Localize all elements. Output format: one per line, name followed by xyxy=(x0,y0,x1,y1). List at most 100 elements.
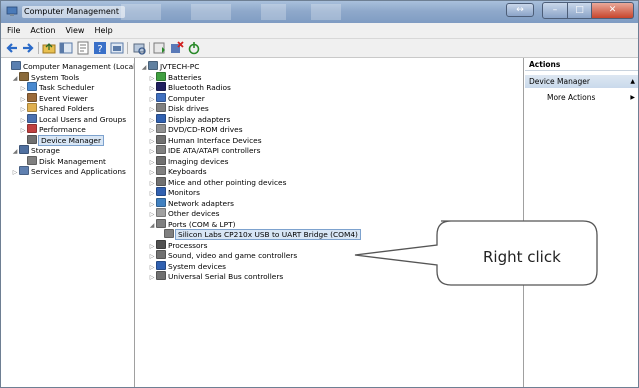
device-tree-item[interactable]: ▷ Network adapters xyxy=(148,197,234,209)
device-tree-item[interactable]: ▷ Mice and other pointing devices xyxy=(148,176,286,188)
device-tree-item[interactable]: ▷ Processors xyxy=(148,239,207,251)
device-tree-label: Sound, video and game controllers xyxy=(168,251,298,260)
menu-view[interactable]: View xyxy=(60,23,89,38)
title-bar[interactable]: Computer Management ↔ – □ ✕ xyxy=(1,1,638,23)
device-tree-label: Display adapters xyxy=(168,114,231,124)
device-tree-label: Other devices xyxy=(168,209,220,218)
console-tree-pane[interactable]: Computer Management (Local ◢ System Tools ▷… xyxy=(1,58,135,387)
device-tree-item[interactable]: ▷ Computer xyxy=(148,92,205,104)
device-tree-item[interactable]: ▷ Display adapters xyxy=(148,113,231,125)
device-tree-label: Ports (COM & LPT) xyxy=(168,219,236,229)
keyboard-icon xyxy=(156,166,166,175)
computer-management-icon xyxy=(11,61,21,70)
device-tree-label: Human Interface Devices xyxy=(168,135,262,145)
hid-icon xyxy=(156,134,166,144)
device-tree-item[interactable]: ▷ Batteries xyxy=(148,71,202,83)
maximize-button[interactable]: □ xyxy=(568,2,592,19)
left-tree-label: Event Viewer xyxy=(39,93,88,103)
show-hide-tree-icon[interactable] xyxy=(59,41,73,55)
device-manager-icon xyxy=(27,134,37,144)
left-tree-item[interactable]: ▷ Shared Folders xyxy=(19,103,94,114)
device-tree-item[interactable]: ▷ Universal Serial Bus controllers xyxy=(148,271,283,282)
uninstall-icon[interactable] xyxy=(170,41,184,55)
menu-help[interactable]: Help xyxy=(89,23,117,38)
back-icon[interactable] xyxy=(5,41,19,55)
expand-arrow-icon[interactable]: ▷ xyxy=(148,272,156,283)
help-icon[interactable]: ? xyxy=(93,41,107,55)
up-folder-icon[interactable] xyxy=(42,41,56,55)
device-tree-item[interactable]: ▷ Bluetooth Radios xyxy=(148,82,231,93)
performance-icon xyxy=(27,124,37,133)
collapse-arrow-icon[interactable]: ▲ xyxy=(630,75,635,88)
system-devices-icon xyxy=(156,260,166,270)
disk-drive-icon xyxy=(156,103,166,112)
left-tree-label: Local Users and Groups xyxy=(39,114,127,124)
device-tree-label: Keyboards xyxy=(168,167,207,176)
view-icon[interactable] xyxy=(110,41,124,55)
actions-header: Actions xyxy=(525,58,638,71)
sound-icon xyxy=(156,250,166,259)
scan-hardware-icon[interactable] xyxy=(132,41,146,55)
users-icon xyxy=(27,113,37,123)
device-tree-item[interactable]: ▷ Imaging devices xyxy=(148,155,229,167)
device-tree-item[interactable]: ▷ Keyboards xyxy=(148,166,207,177)
device-tree-item[interactable]: ▷ Sound, video and game controllers xyxy=(148,250,297,261)
left-tree-item[interactable]: ▷ Performance xyxy=(19,124,86,135)
device-tree-item[interactable]: ◢ Ports (COM & LPT) xyxy=(148,218,236,231)
other-devices-icon xyxy=(156,208,166,217)
device-tree-item[interactable]: ▷ IDE ATA/ATAPI controllers xyxy=(148,145,260,156)
computer-management-icon xyxy=(6,6,18,16)
left-tree-item[interactable]: Device Manager xyxy=(19,134,105,146)
expand-arrow-icon[interactable]: ▷ xyxy=(11,167,19,178)
left-tree-item[interactable]: ◢ System Tools xyxy=(11,71,80,84)
device-tree-item[interactable]: ▷ Monitors xyxy=(148,187,200,198)
properties-page-icon[interactable] xyxy=(76,41,90,55)
enable-device-icon[interactable] xyxy=(187,41,201,55)
update-driver-icon[interactable] xyxy=(153,41,167,55)
collapse-arrow-icon[interactable]: ◢ xyxy=(11,146,19,157)
device-tree-item[interactable]: ▷ Human Interface Devices xyxy=(148,134,262,146)
device-tree-label: IDE ATA/ATAPI controllers xyxy=(168,146,261,155)
device-tree-label: Imaging devices xyxy=(168,156,229,166)
device-tree-item[interactable]: ▷ System devices xyxy=(148,260,226,272)
pc-icon xyxy=(148,61,158,70)
blurred-region xyxy=(191,4,231,20)
close-button[interactable]: ✕ xyxy=(592,2,634,19)
folder-icon xyxy=(27,103,37,112)
device-tree-item[interactable]: Silicon Labs CP210x USB to UART Bridge (… xyxy=(156,229,361,240)
menu-action[interactable]: Action xyxy=(25,23,60,38)
left-tree-label: Storage xyxy=(31,146,60,155)
collapse-arrow-icon[interactable]: ◢ xyxy=(148,220,156,231)
device-tree-item[interactable]: ▷ DVD/CD-ROM drives xyxy=(148,124,243,135)
device-tree-item[interactable]: ◢ JVTECH-PC xyxy=(140,61,199,72)
left-tree-item[interactable]: ▷ Task Scheduler xyxy=(19,82,94,93)
device-tree-label: JVTECH-PC xyxy=(160,62,200,71)
actions-section-label: Device Manager xyxy=(529,77,590,86)
left-tree-label: Device Manager xyxy=(38,134,105,146)
left-tree-item[interactable]: ▷ Event Viewer xyxy=(19,92,88,104)
resize-icon[interactable]: ↔ xyxy=(506,3,534,17)
blurred-region xyxy=(261,4,286,20)
left-tree-label: Shared Folders xyxy=(39,104,95,113)
device-tree-label: Batteries xyxy=(168,72,202,82)
more-actions-item[interactable]: More Actions xyxy=(547,92,595,103)
battery-icon xyxy=(156,71,166,81)
device-tree-item[interactable]: ▷ Other devices xyxy=(148,208,219,219)
collapse-arrow-icon[interactable]: ◢ xyxy=(140,62,148,73)
actions-section-device-manager[interactable]: Device Manager ▲ xyxy=(525,75,638,88)
left-tree-item[interactable]: Computer Management (Local xyxy=(3,61,134,72)
forward-icon[interactable] xyxy=(21,41,35,55)
menu-bar: File Action View Help xyxy=(1,23,638,39)
device-tree-item[interactable]: ▷ Disk drives xyxy=(148,103,209,114)
minimize-button[interactable]: – xyxy=(542,2,568,19)
clock-icon xyxy=(27,82,37,91)
menu-file[interactable]: File xyxy=(1,23,25,38)
left-tree-item[interactable]: ▷ Services and Applications xyxy=(11,166,126,177)
left-tree-item[interactable]: Disk Management xyxy=(19,155,106,167)
computer-management-window: Computer Management ↔ – □ ✕ File Action Vi… xyxy=(0,0,639,388)
left-tree-item[interactable]: ▷ Local Users and Groups xyxy=(19,113,127,125)
device-tree-label: Computer xyxy=(168,93,205,103)
left-tree-label: System Tools xyxy=(31,72,80,82)
left-tree-item[interactable]: ◢ Storage xyxy=(11,145,60,156)
collapse-arrow-icon[interactable]: ◢ xyxy=(11,73,19,84)
